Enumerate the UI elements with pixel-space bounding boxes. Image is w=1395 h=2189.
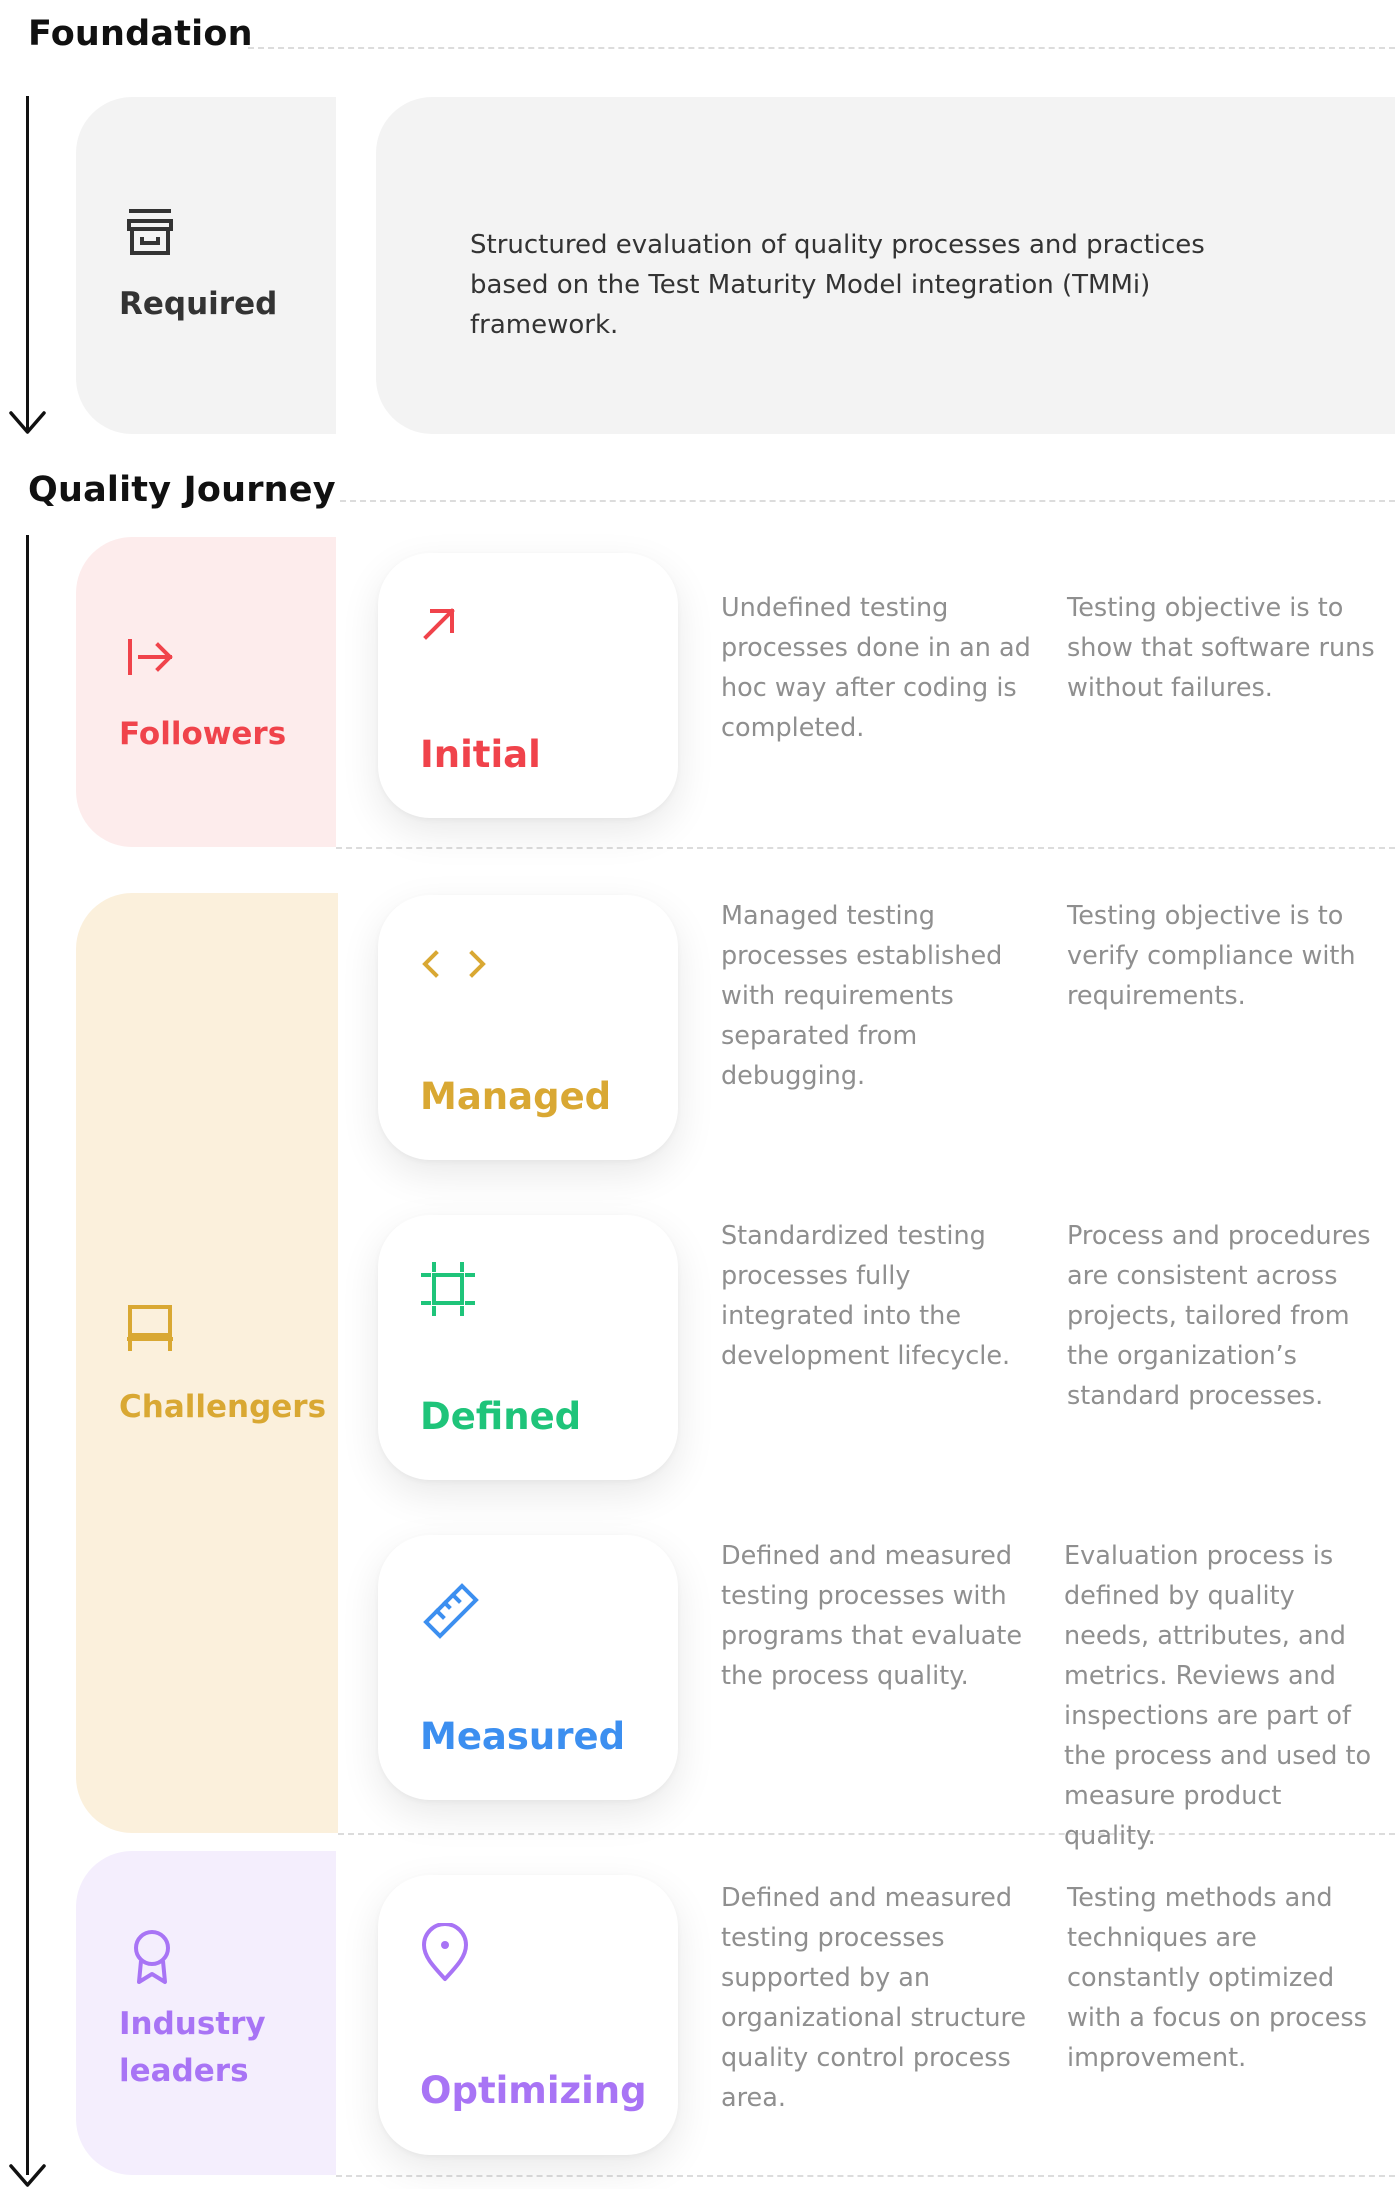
category-panel-followers: Followers bbox=[76, 537, 336, 847]
foundation-description-panel: Structured evaluation of quality process… bbox=[376, 97, 1395, 434]
level-card-managed: Managed bbox=[378, 895, 678, 1160]
level-card-optimizing: Optimizing bbox=[378, 1875, 678, 2155]
level-card-defined: Defined bbox=[378, 1215, 678, 1480]
category-label-required: Required bbox=[119, 286, 278, 322]
level-objective: Testing objective is to show that softwa… bbox=[1067, 593, 1375, 703]
code-brackets-icon bbox=[422, 950, 486, 978]
category-label-challengers: Challengers bbox=[119, 1389, 327, 1425]
category-panel-required: Required bbox=[76, 97, 336, 434]
level-card-measured: Measured bbox=[378, 1535, 678, 1800]
section-title-foundation: Foundation bbox=[28, 14, 253, 54]
arrow-up-right-icon bbox=[423, 608, 455, 640]
level-description: Defined and measured testing processes s… bbox=[721, 1883, 1027, 2113]
level-objective: Testing methods and techniques are const… bbox=[1067, 1883, 1367, 2073]
arrow-to-right-icon bbox=[128, 639, 173, 675]
level-description: Managed testing processes established wi… bbox=[721, 901, 1003, 1091]
level-title: Defined bbox=[420, 1395, 582, 1438]
category-label-industry-leaders: Industry leaders bbox=[119, 2006, 266, 2089]
award-icon bbox=[134, 1930, 170, 1984]
level-objective: Process and procedures are consistent ac… bbox=[1067, 1221, 1371, 1411]
section-title-quality-journey: Quality Journey bbox=[28, 470, 336, 510]
category-label-followers: Followers bbox=[119, 716, 287, 752]
timeline-line bbox=[26, 96, 29, 431]
level-title: Optimizing bbox=[420, 2069, 647, 2112]
timeline-line bbox=[26, 535, 29, 2175]
foundation-description: Structured evaluation of quality process… bbox=[470, 230, 1205, 340]
category-panel-challengers: Challengers bbox=[76, 893, 338, 1833]
frame-icon bbox=[421, 1262, 475, 1316]
timeline-arrow-icon bbox=[9, 2164, 46, 2187]
section-divider bbox=[248, 47, 1395, 49]
archive-icon bbox=[127, 209, 173, 255]
level-description: Standardized testing processes fully int… bbox=[721, 1221, 1011, 1371]
category-panel-industry-leaders: Industry leaders bbox=[76, 1851, 336, 2175]
level-title: Measured bbox=[420, 1715, 626, 1758]
row-divider bbox=[336, 2175, 1395, 2177]
level-description: Undefined testing processes done in an a… bbox=[721, 593, 1031, 743]
level-title: Initial bbox=[420, 733, 541, 776]
row-divider bbox=[336, 847, 1395, 849]
level-card-initial: Initial bbox=[378, 553, 678, 818]
level-description: Defined and measured testing processes w… bbox=[721, 1541, 1023, 1691]
ruler-icon bbox=[423, 1583, 479, 1639]
level-objective: Evaluation process is defined by quality… bbox=[1064, 1541, 1372, 1851]
timeline-arrow-icon bbox=[9, 411, 46, 434]
section-divider bbox=[340, 500, 1395, 502]
level-title: Managed bbox=[420, 1075, 612, 1118]
location-pin-icon bbox=[422, 1923, 468, 1981]
level-objective: Testing objective is to verify complianc… bbox=[1067, 901, 1356, 1011]
monitor-icon bbox=[127, 1305, 173, 1351]
